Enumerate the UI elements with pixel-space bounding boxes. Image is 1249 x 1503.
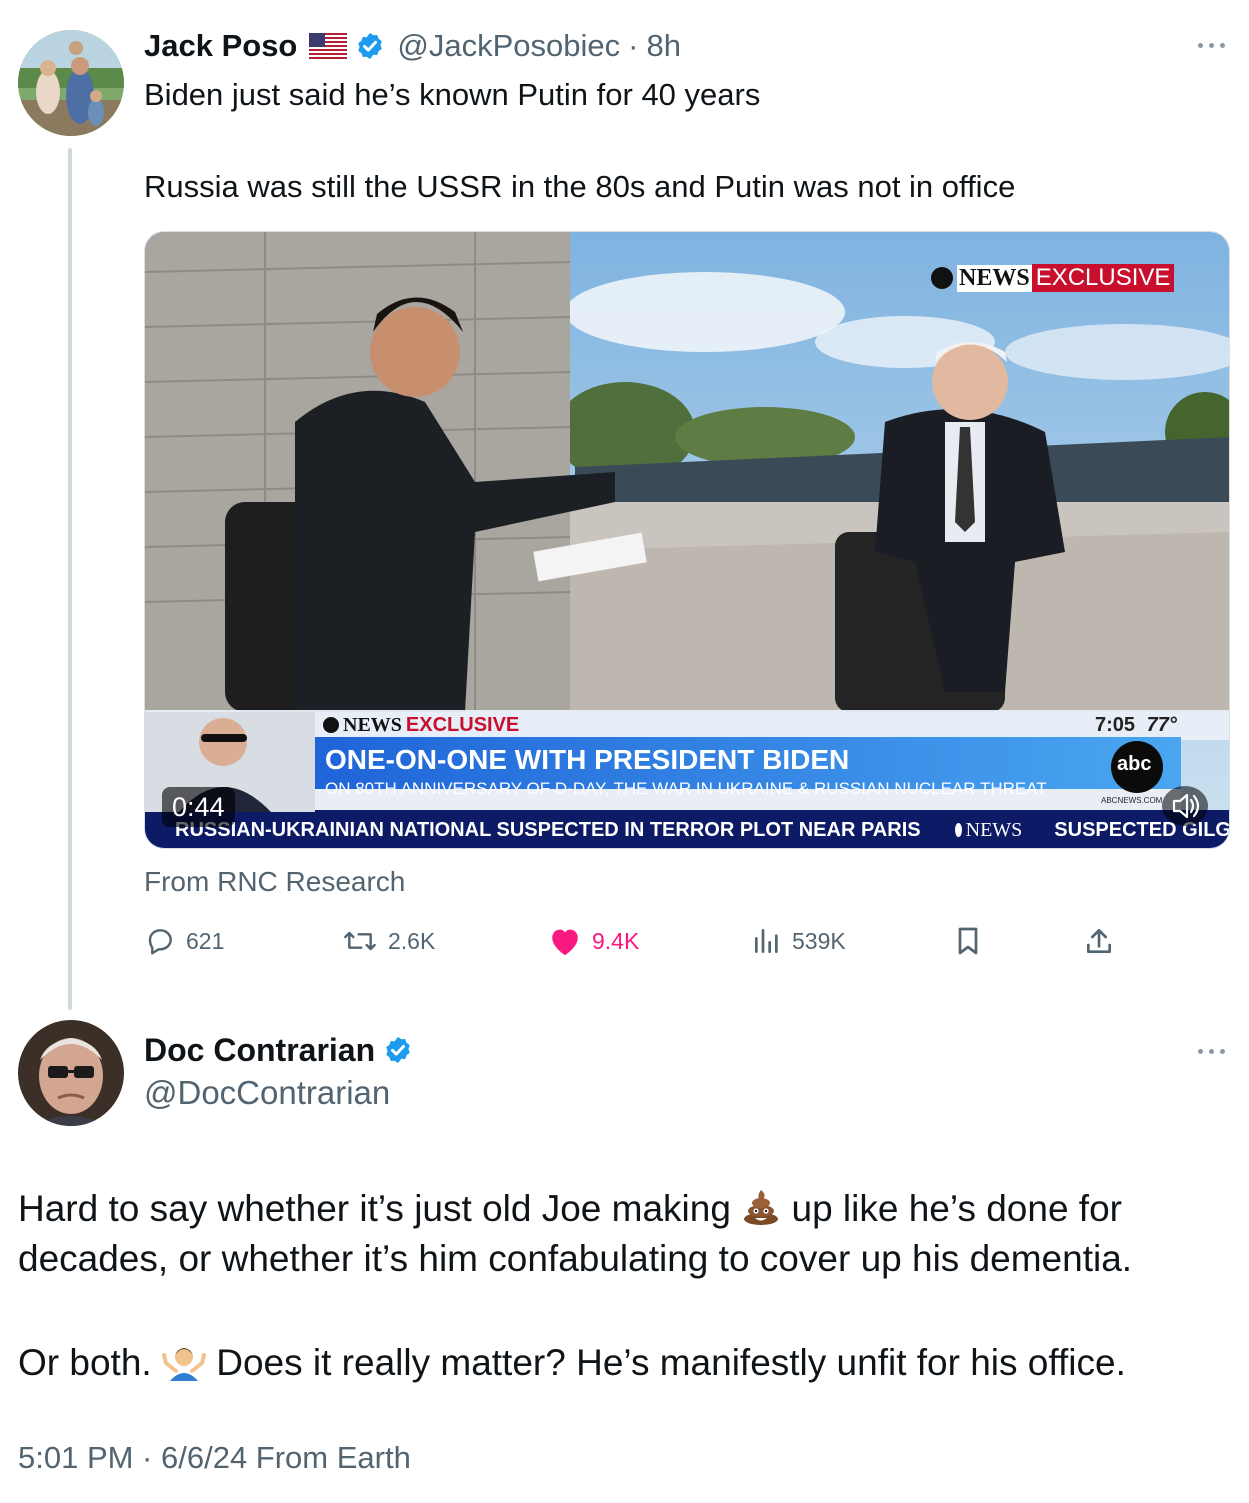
abc-logo-small-icon: [323, 717, 339, 733]
views-count: 539K: [792, 927, 846, 954]
header-separator: ·: [628, 28, 639, 63]
bookmark-button[interactable]: [954, 922, 982, 960]
poop-emoji-icon: [744, 1190, 779, 1225]
clock-time: 7:05: [1095, 714, 1136, 736]
verified-badge-icon: [386, 1036, 410, 1064]
reply-author-name[interactable]: Doc Contrarian: [144, 1032, 375, 1069]
lower-third-label: NEWS EXCLUSIVE: [323, 712, 519, 738]
corner-network-bug: NEWS EXCLUSIVE: [931, 262, 1175, 294]
person-shrugging-emoji-icon: [161, 1348, 206, 1381]
jack-poso-avatar[interactable]: [18, 30, 124, 136]
abc-logo-icon: [931, 267, 953, 289]
reply-text-part-c: Or both.: [18, 1342, 152, 1383]
heart-filled-icon: [552, 929, 578, 956]
tweet-time[interactable]: 8h: [646, 28, 680, 64]
reply-text-line-1: Hard to say whether it’s just old Joe ma…: [18, 1184, 1122, 1234]
us-flag-icon: [309, 33, 348, 59]
tweet-text-line-1: Biden just said he’s known Putin for 40 …: [144, 77, 761, 112]
subheadline: ON 80TH ANNIVERSARY OF D-DAY, THE WAR IN…: [325, 779, 1047, 798]
views-button[interactable]: 539K: [752, 922, 846, 960]
video-player[interactable]: NEWS EXCLUSIVE NEWS EXCLUSIVE 7:05 77° O…: [144, 231, 1230, 849]
reply-author-handle[interactable]: @DocContrarian: [144, 1074, 390, 1112]
reply-button[interactable]: 621: [144, 922, 224, 960]
share-button[interactable]: [1084, 922, 1114, 960]
news-ticker: RUSSIAN-UKRAINIAN NATIONAL SUSPECTED IN …: [175, 814, 1229, 846]
family-photo-image: [18, 30, 124, 136]
reply-text-part-d: Does it really matter? He’s manifestly u…: [216, 1342, 1126, 1383]
repost-count: 2.6K: [388, 927, 436, 954]
reply-icon: [148, 929, 172, 955]
repost-button[interactable]: 2.6K: [342, 922, 435, 960]
thread-connector-line: [68, 148, 72, 1010]
more-options-icon[interactable]: [1198, 1046, 1230, 1056]
lower-third-network: NEWS: [343, 713, 402, 736]
reply-text-part-a: Hard to say whether it’s just old Joe ma…: [18, 1188, 731, 1229]
corner-network-label: NEWS: [957, 264, 1032, 292]
headline: ONE-ON-ONE WITH PRESIDENT BIDEN: [325, 744, 850, 775]
reply-timestamp[interactable]: 5:01 PM · 6/6/24 From Earth: [18, 1440, 411, 1476]
abc-ticker-icon: [954, 823, 962, 837]
tweet-text-line-2: Russia was still the USSR in the 80s and…: [144, 169, 1016, 204]
clock-weather: 7:05 77°: [1095, 714, 1177, 737]
volume-button[interactable]: [1162, 786, 1208, 826]
like-count: 9.4K: [592, 927, 640, 954]
doc-contrarian-avatar[interactable]: [18, 1020, 124, 1126]
tweet-header: Jack Poso @JackPosobiec · 8h: [144, 26, 681, 66]
lower-third-exclusive: EXCLUSIVE: [405, 713, 520, 736]
share-icon: [1087, 929, 1111, 953]
more-options-icon[interactable]: [1198, 40, 1230, 50]
temperature: 77°: [1146, 714, 1177, 736]
abc-url: ABCNEWS.COM: [1101, 796, 1163, 805]
video-duration-badge: 0:44: [162, 787, 235, 827]
video-attribution[interactable]: From RNC Research: [144, 866, 405, 898]
repost-icon: [344, 931, 376, 951]
speaker-icon: [1172, 793, 1200, 819]
bookmark-icon: [958, 927, 978, 955]
author-name[interactable]: Jack Poso: [144, 28, 297, 64]
reply-text-line-2: decades, or whether it’s him confabulati…: [18, 1238, 1133, 1279]
abc-logo-text: abc: [1117, 753, 1152, 775]
reply-text-part-b: up like he’s done for: [791, 1188, 1123, 1229]
ticker-text: RUSSIAN-UKRAINIAN NATIONAL SUSPECTED IN …: [175, 818, 921, 841]
verified-badge-icon: [358, 32, 383, 60]
corner-exclusive-badge: EXCLUSIVE: [1031, 264, 1175, 292]
ticker-network: NEWS: [965, 818, 1023, 841]
like-button[interactable]: 9.4K: [548, 922, 639, 960]
reply-text-line-3: Or both. Does it really matter? He’s man…: [18, 1338, 1126, 1388]
author-handle[interactable]: @JackPosobiec: [397, 28, 620, 64]
reply-header: Doc Contrarian: [144, 1030, 413, 1070]
views-chart-icon: [755, 929, 778, 953]
elderly-man-portrait-image: [18, 1020, 124, 1126]
reply-count: 621: [186, 927, 225, 954]
